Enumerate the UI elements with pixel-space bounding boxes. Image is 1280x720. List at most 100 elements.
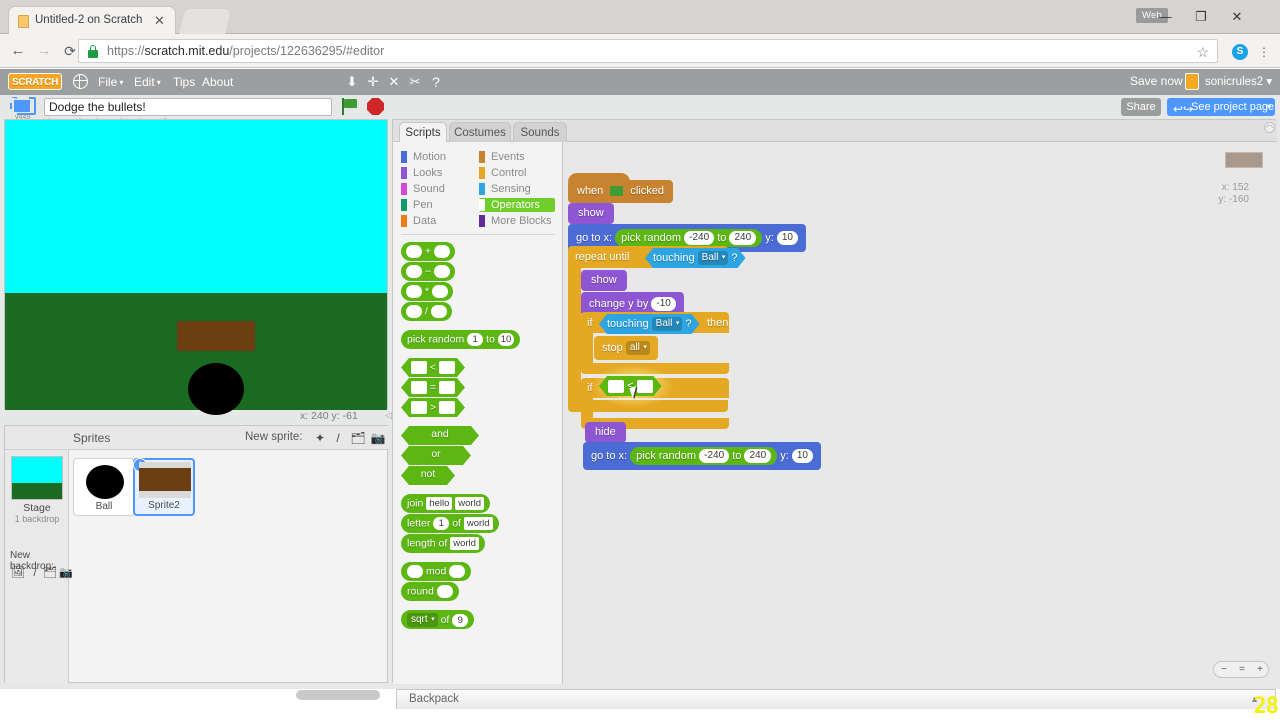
- block-round[interactable]: round: [401, 582, 459, 601]
- math-function-dropdown[interactable]: sqrt: [407, 613, 438, 627]
- category-control[interactable]: Control: [479, 166, 526, 180]
- zoom-in-icon[interactable]: +: [1251, 662, 1269, 677]
- new-backdrop-library-icon[interactable]: 🖼: [11, 566, 25, 580]
- touching-target-dropdown[interactable]: Ball: [698, 251, 729, 265]
- sprite-tile-sprite2[interactable]: i Sprite2: [133, 458, 195, 516]
- help-icon[interactable]: ?: [427, 73, 445, 91]
- forward-icon[interactable]: →: [34, 41, 54, 61]
- block-operator-add[interactable]: +: [401, 242, 455, 261]
- new-sprite-paint-icon[interactable]: /: [330, 430, 346, 446]
- tab-scripts[interactable]: Scripts: [399, 122, 447, 142]
- block-mod[interactable]: mod: [401, 562, 472, 581]
- random-to-input[interactable]: 10: [497, 333, 515, 346]
- category-more-blocks[interactable]: More Blocks: [479, 214, 552, 228]
- block-or[interactable]: or: [401, 446, 471, 465]
- fullscreen-icon[interactable]: ✂: [406, 73, 424, 91]
- random-from-input[interactable]: 1: [467, 333, 484, 346]
- category-pen[interactable]: Pen: [401, 198, 433, 212]
- zoom-reset-icon[interactable]: =: [1233, 662, 1251, 677]
- stage-resize-handle[interactable]: ◁: [385, 410, 392, 421]
- stage-sprite-ball[interactable]: [188, 363, 244, 415]
- tab-costumes[interactable]: Costumes: [449, 122, 511, 142]
- close-icon[interactable]: ✕: [152, 13, 167, 28]
- letter-index-input[interactable]: 1: [433, 517, 450, 530]
- block-operator-multiply[interactable]: *: [401, 282, 453, 301]
- block-greater-than[interactable]: >: [401, 398, 465, 417]
- minimize-icon[interactable]: —: [1148, 7, 1182, 27]
- join-input-b[interactable]: world: [455, 497, 484, 510]
- share-button[interactable]: Share: [1121, 98, 1161, 116]
- category-motion[interactable]: Motion: [401, 150, 446, 164]
- sprite-pane-scrollbar[interactable]: [0, 690, 392, 704]
- category-sensing[interactable]: Sensing: [479, 182, 531, 196]
- block-letter-of[interactable]: letter 1 of world: [401, 514, 499, 533]
- random-to-input[interactable]: 240: [744, 449, 772, 463]
- browser-menu-icon[interactable]: ⋮: [1258, 43, 1270, 61]
- block-stop[interactable]: stop all: [594, 336, 658, 360]
- menu-edit[interactable]: Edit ▾: [134, 74, 161, 91]
- stage-sprite-sprite2[interactable]: [177, 321, 255, 351]
- block-touching-1[interactable]: touching Ball ?: [645, 248, 746, 268]
- skype-extension-icon[interactable]: S: [1232, 44, 1248, 60]
- category-operators[interactable]: Operators: [479, 198, 555, 212]
- block-show-1[interactable]: show: [568, 203, 614, 224]
- sqrt-value-input[interactable]: 9: [452, 613, 469, 627]
- block-pick-random-1[interactable]: pick random -240 to 240: [615, 229, 763, 247]
- block-pick-random-2[interactable]: pick random -240 to 240: [630, 447, 778, 465]
- block-not[interactable]: not: [401, 466, 455, 485]
- touching-target-dropdown[interactable]: Ball: [652, 317, 683, 331]
- block-join[interactable]: join hello world: [401, 494, 490, 513]
- join-input-a[interactable]: hello: [426, 497, 453, 510]
- block-when-flag-clicked[interactable]: when clicked: [568, 173, 674, 203]
- new-sprite-upload-icon[interactable]: 🗂: [350, 430, 366, 446]
- new-sprite-library-icon[interactable]: ✦: [312, 430, 328, 446]
- block-operator-divide[interactable]: /: [401, 302, 452, 321]
- random-from-input[interactable]: -240: [684, 231, 715, 245]
- zoom-out-icon[interactable]: −: [1215, 662, 1233, 677]
- stage-thumbnail[interactable]: [11, 456, 63, 500]
- tab-sounds[interactable]: Sounds: [513, 122, 567, 142]
- reload-icon[interactable]: ⟳: [60, 41, 80, 61]
- zoom-controls[interactable]: − = +: [1213, 661, 1269, 678]
- palette-collapse-icon[interactable]: ◠: [1264, 122, 1275, 133]
- operand-left-input[interactable]: [608, 380, 624, 393]
- category-data[interactable]: Data: [401, 214, 436, 228]
- random-from-input[interactable]: -240: [699, 449, 730, 463]
- block-equals[interactable]: =: [401, 378, 465, 397]
- window-close-icon[interactable]: ✕: [1220, 7, 1254, 27]
- shrink-icon[interactable]: ✕: [385, 73, 403, 91]
- new-sprite-camera-icon[interactable]: 📷: [370, 430, 386, 446]
- grow-icon[interactable]: ✛: [364, 73, 382, 91]
- change-y-input[interactable]: -10: [651, 297, 676, 311]
- block-hide[interactable]: hide: [585, 422, 626, 443]
- block-and[interactable]: and: [401, 426, 479, 445]
- new-backdrop-paint-icon[interactable]: /: [28, 566, 42, 580]
- goto-y-input[interactable]: 10: [776, 231, 798, 245]
- category-sound[interactable]: Sound: [401, 182, 445, 196]
- block-length-of[interactable]: length of world: [401, 534, 485, 553]
- random-to-input[interactable]: 240: [729, 231, 757, 245]
- stop-option-dropdown[interactable]: all: [625, 341, 650, 355]
- stage-selector-column[interactable]: Stage 1 backdrop New backdrop: 🖼 / 🗂 📷: [5, 450, 73, 684]
- block-go-to-xy-2[interactable]: go to x: pick random -240 to 240 y: 10: [583, 442, 821, 470]
- operand-right-input[interactable]: [637, 380, 653, 393]
- menu-tips[interactable]: Tips: [173, 74, 195, 90]
- block-show-2[interactable]: show: [581, 270, 627, 291]
- block-operator-subtract[interactable]: −: [401, 262, 455, 281]
- maximize-icon[interactable]: ❐: [1184, 7, 1218, 27]
- new-backdrop-camera-icon[interactable]: 📷: [59, 566, 73, 580]
- category-looks[interactable]: Looks: [401, 166, 442, 180]
- menu-file[interactable]: File ▾: [98, 74, 123, 91]
- stage[interactable]: [4, 119, 388, 415]
- save-now-button[interactable]: Save now: [1130, 74, 1183, 88]
- address-bar[interactable]: https://scratch.mit.edu/projects/1226362…: [78, 39, 1218, 63]
- goto-y-input[interactable]: 10: [791, 449, 813, 463]
- scratch-logo[interactable]: SCRATCH: [8, 73, 62, 90]
- see-project-page-button[interactable]: ↩↪ See project page ▾: [1167, 98, 1275, 116]
- bookmark-star-icon[interactable]: ☆: [1196, 44, 1209, 61]
- block-less-than[interactable]: <: [401, 358, 465, 377]
- backpack-bar[interactable]: Backpack ▲: [396, 689, 1276, 709]
- project-title-input[interactable]: [44, 98, 332, 116]
- browser-tab[interactable]: Untitled-2 on Scratch ✕: [8, 6, 176, 34]
- scrollbar-thumb[interactable]: [296, 690, 380, 700]
